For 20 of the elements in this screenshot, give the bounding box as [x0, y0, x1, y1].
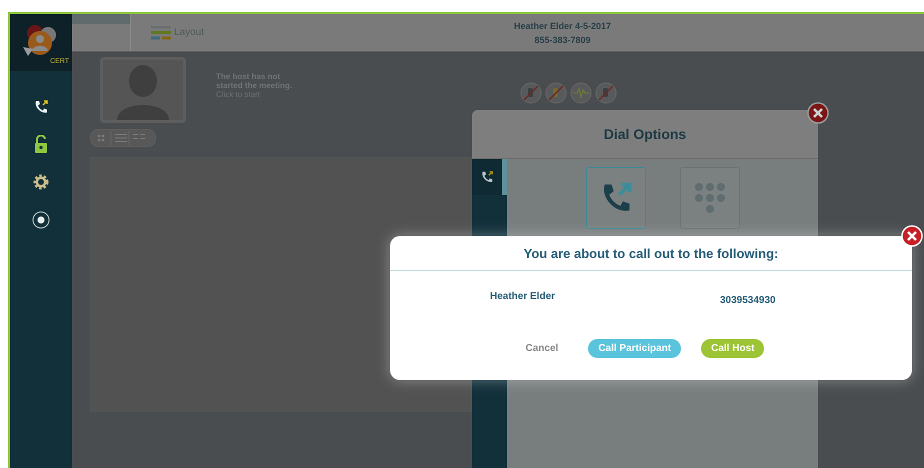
dial-tab[interactable]	[472, 159, 507, 195]
settings-icon[interactable]	[32, 173, 50, 191]
phone-icon	[480, 170, 494, 184]
call-host-button[interactable]: Call Host	[701, 339, 764, 358]
keypad-icon	[693, 181, 727, 215]
record-icon[interactable]	[32, 211, 50, 229]
call-participant-button[interactable]: Call Participant	[588, 339, 682, 358]
meeting-title: Heather Elder 4-5-2017	[514, 20, 612, 30]
tab-strip	[72, 14, 130, 24]
meeting-phone: 855-383-7809	[534, 34, 591, 44]
close-icon[interactable]	[807, 102, 829, 124]
dial-options-title: Dial Options	[472, 110, 818, 159]
call-out-option[interactable]	[586, 167, 646, 229]
cancel-button[interactable]: Cancel	[516, 339, 568, 358]
phone-icon[interactable]	[33, 99, 49, 115]
participant-number: 3039534930	[720, 294, 776, 308]
unlocked-padlock-icon[interactable]	[34, 135, 48, 153]
layout-icon	[151, 26, 171, 40]
view-toggle[interactable]	[90, 129, 156, 147]
participant-name: Heather Elder	[490, 291, 556, 304]
